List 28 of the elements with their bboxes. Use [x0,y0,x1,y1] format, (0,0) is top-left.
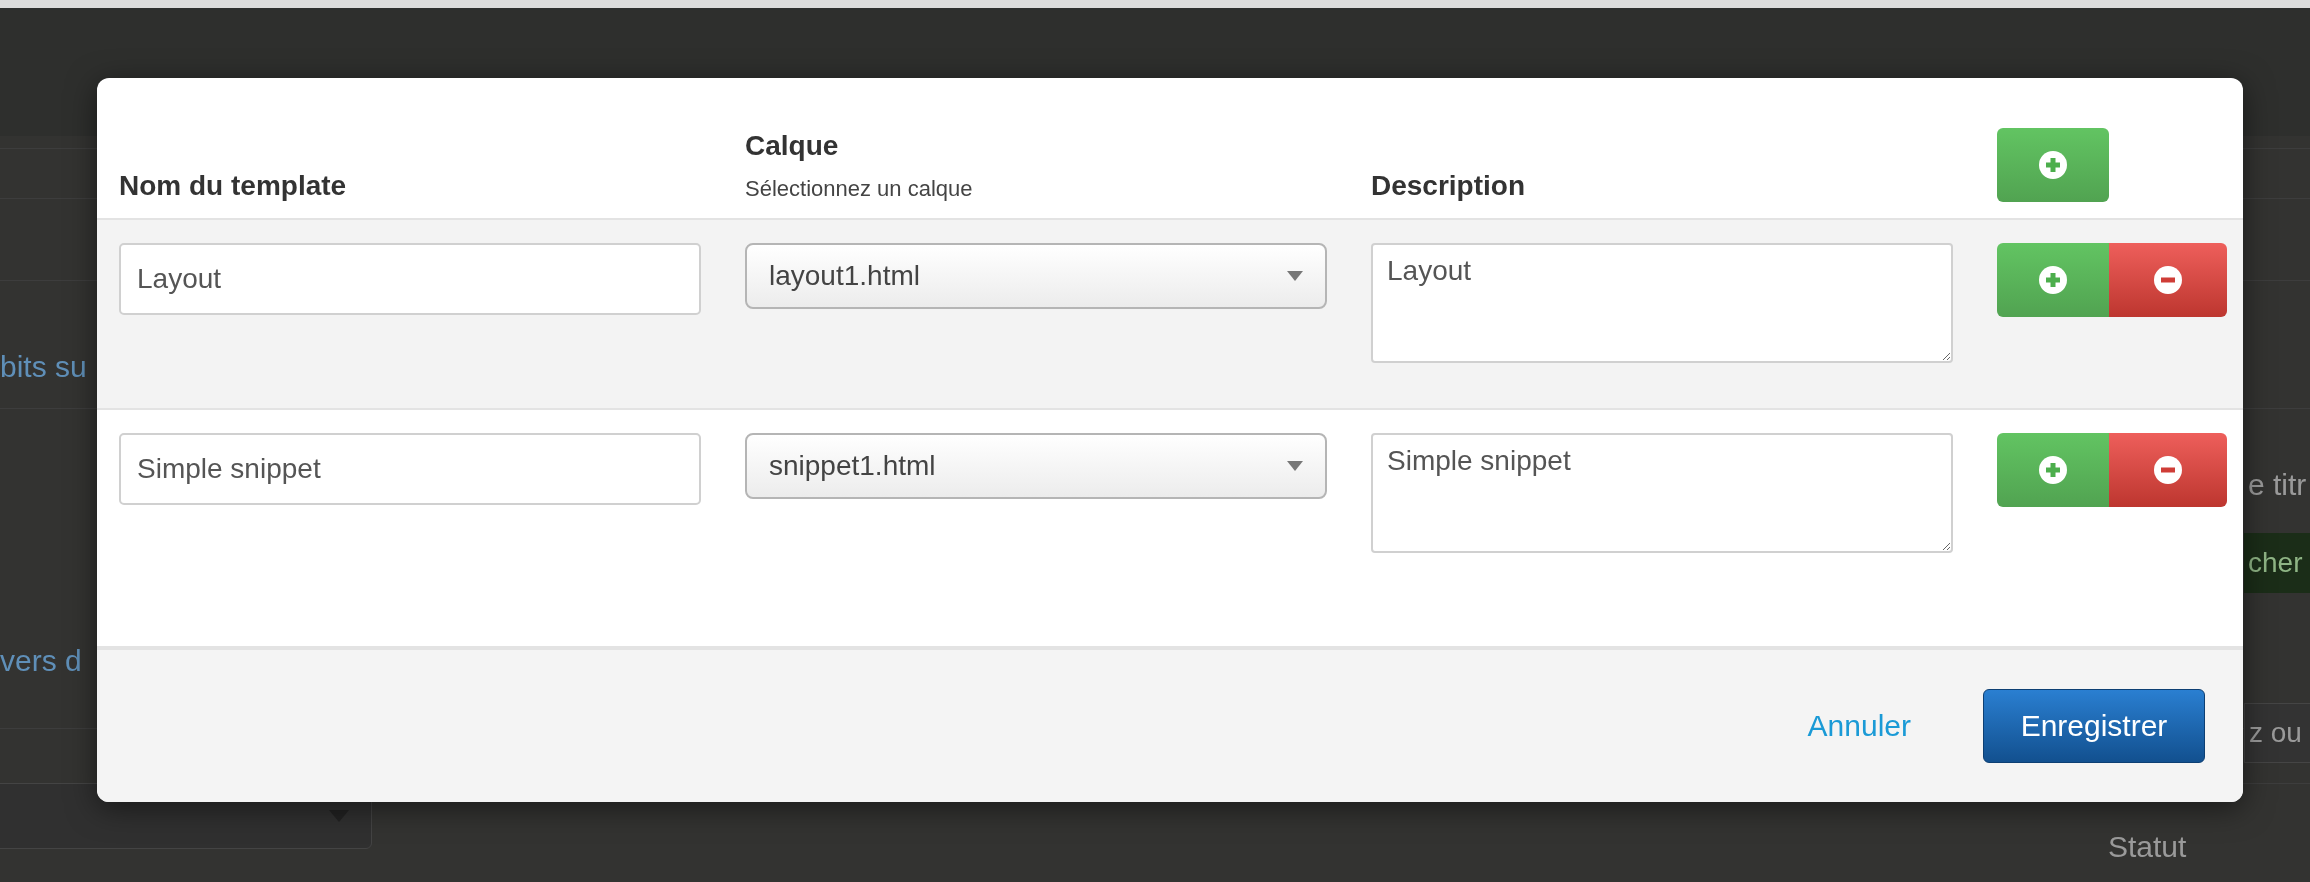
status-label: Statut [2108,830,2187,864]
column-header: Nom du template [119,170,348,202]
background-text: vers d [0,644,82,678]
save-button[interactable]: Enregistrer [1983,689,2205,763]
name-field[interactable]: Layout [119,243,701,315]
add-button[interactable] [1997,243,2109,317]
layer-dropdown[interactable]: layout1.html [745,243,1327,309]
caret-icon [1287,461,1303,471]
column-header: Description [1371,170,1527,202]
background-field[interactable]: z ou [2244,703,2310,763]
plus-icon [2038,455,2068,485]
minus-icon [2153,455,2183,485]
column-hint: Sélectionnez un calque [745,176,974,202]
add-button[interactable] [1997,128,2109,202]
background-button[interactable]: cher [2244,533,2310,593]
column-header: Calque [745,130,840,162]
background-text: e titr [2248,468,2307,502]
layer-dropdown[interactable]: snippet1.html [745,433,1327,499]
remove-button[interactable] [2109,433,2227,507]
plus-icon [2038,265,2068,295]
description-field[interactable]: Simple snippet [1371,433,1953,553]
plus-icon [2038,150,2068,180]
description-field[interactable]: Layout [1371,243,1953,363]
minus-icon [2153,265,2183,295]
add-button[interactable] [1997,433,2109,507]
name-field[interactable]: Simple snippet [119,433,701,505]
background-text: bits su [0,350,87,384]
remove-button[interactable] [2109,243,2227,317]
